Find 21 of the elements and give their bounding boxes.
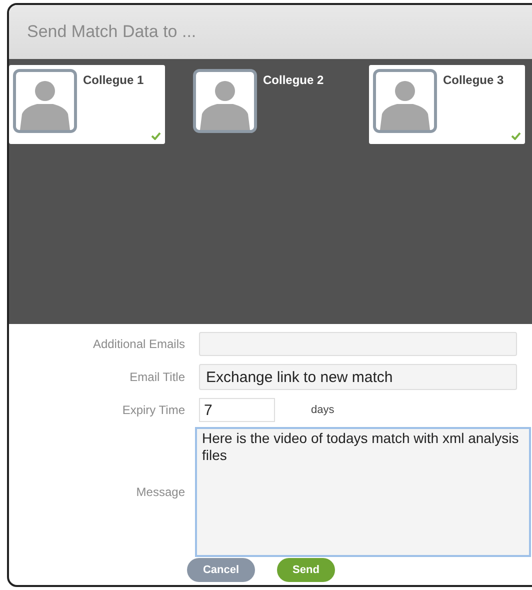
field-label: Message: [135, 484, 185, 501]
days-unit: days: [311, 402, 334, 418]
colleague-card[interactable]: Collegue 2: [189, 65, 345, 144]
colleague-card[interactable]: Collegue 1: [9, 65, 165, 144]
colleague-card[interactable]: Collegue 3: [369, 65, 525, 144]
colleague-name: Collegue 3: [443, 72, 504, 89]
message-field[interactable]: Here is the video of todays match with xml analysis files: [195, 427, 531, 557]
avatar-icon: [13, 69, 77, 133]
check-icon: [151, 132, 161, 140]
dialog-title: Send Match Data to ...: [27, 21, 196, 44]
expiry-time-field[interactable]: 7: [199, 398, 275, 422]
additional-emails-field[interactable]: [199, 332, 517, 356]
email-title-field[interactable]: Exchange link to new match: [199, 364, 517, 390]
avatar-icon: [373, 69, 437, 133]
avatar-icon: [193, 69, 257, 133]
field-label: Email Title: [128, 369, 185, 386]
field-label: Expiry Time: [121, 402, 185, 419]
field-label: Additional Emails: [92, 336, 185, 353]
check-icon: [511, 132, 521, 140]
colleague-name: Collegue 1: [83, 72, 144, 89]
colleague-name: Collegue 2: [263, 72, 324, 89]
